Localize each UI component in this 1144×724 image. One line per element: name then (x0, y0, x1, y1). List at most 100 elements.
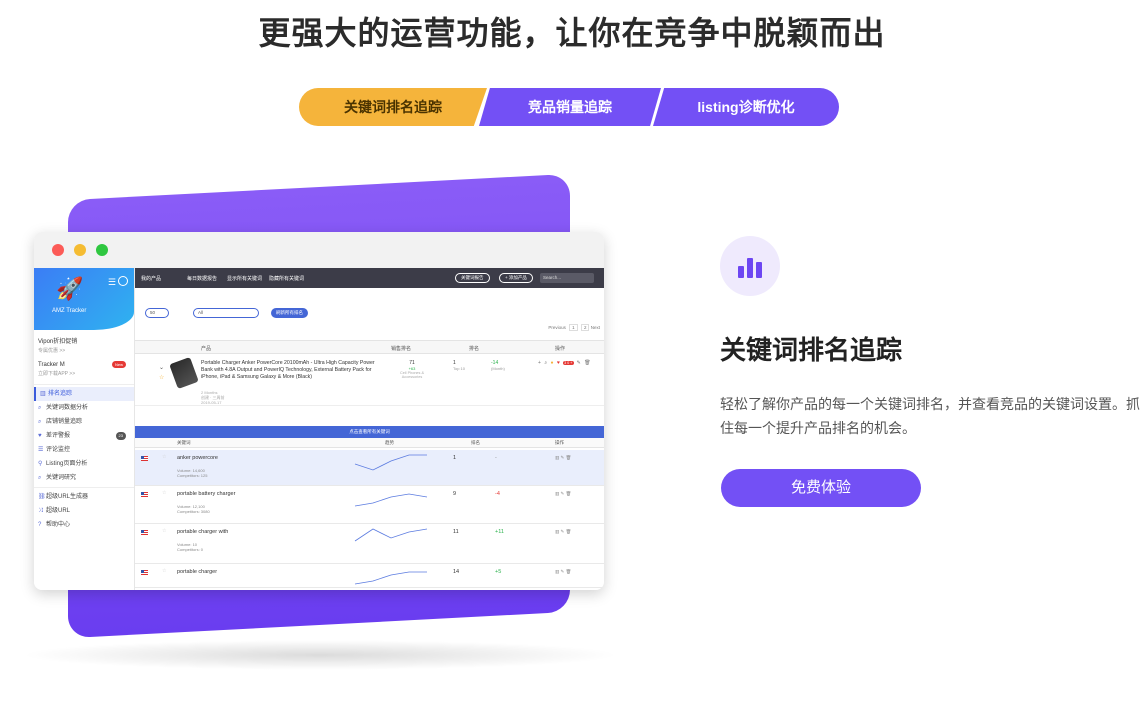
feature-tabs: 关键词排名追踪 竞品销量追踪 listing诊断优化 (299, 88, 839, 126)
nav-daily-report[interactable]: 每日数据报告 (187, 275, 217, 282)
heart-icon[interactable]: ♥ (557, 360, 561, 366)
keyword-row[interactable]: ☆ anker powercore Volume: 14,600 Competitor… (135, 450, 604, 486)
trend-line (354, 493, 428, 507)
brand-name: AMZ Tracker (52, 308, 87, 314)
search-input[interactable]: Search... (540, 273, 594, 283)
delete-icon[interactable]: 🗑 (566, 569, 572, 574)
star-icon[interactable]: ☆ (162, 490, 166, 496)
close-dot-icon[interactable] (52, 244, 64, 256)
col-product[interactable]: 产品 (201, 345, 211, 352)
refresh-rankings-button[interactable]: 刷新所有排名 (271, 308, 308, 318)
app-window: 🚀 AMZ Tracker ☰ Vipon折扣促销 专属优惠 >> Tracke… (34, 232, 604, 590)
keyword-competitors: Competitors: 125 (177, 473, 208, 478)
keyword-text[interactable]: portable charger (177, 569, 217, 575)
sidebar-item[interactable]: ▥ 排名追踪 (34, 387, 134, 401)
page-title: 更强大的运营功能，让你在竞争中脱颖而出 (258, 15, 886, 51)
sidebar-item[interactable]: ⌕ 店铺销量追踪 (34, 415, 134, 429)
us-flag-icon (141, 456, 148, 461)
chart-icon[interactable]: ▥ (555, 491, 559, 496)
sidebar-item[interactable]: ? 帮助中心 (34, 518, 134, 532)
prev-page-link[interactable]: Previous (548, 325, 566, 330)
search-icon[interactable]: ⌕ (544, 360, 548, 366)
col-kw-rank[interactable]: 排名 (471, 440, 480, 446)
search-icon: ⌕ (38, 419, 42, 425)
keyword-stats: Volume: 10 Competitors: 0 (177, 542, 203, 552)
account-tracker-m[interactable]: Tracker M 立即下载APP >> New (34, 356, 134, 382)
sidebar-item[interactable]: ☰ 评论监控 (34, 443, 134, 457)
keyword-row[interactable]: ☆ portable charger with Volume: 10 Competit… (135, 524, 604, 564)
page-size-select[interactable]: 50 (145, 308, 169, 318)
chart-icon[interactable]: ▥ (555, 455, 559, 460)
chart-icon[interactable]: ▥ (555, 569, 559, 574)
sidebar-item-label: 超级URL (46, 508, 71, 514)
star-icon[interactable]: ☆ (162, 568, 166, 574)
keyword-rank: 1 (453, 455, 457, 461)
delete-icon[interactable]: 🗑 (566, 529, 572, 534)
user-icon[interactable] (118, 276, 128, 286)
sidebar-item[interactable]: ♥ 差评警报 23 (34, 429, 134, 443)
edit-icon[interactable]: ✎ (561, 491, 565, 496)
tab-keyword-ranking[interactable]: 关键词排名追踪 (299, 88, 487, 126)
delete-icon[interactable]: 🗑 (566, 455, 572, 460)
add-product-button[interactable]: + 添加产品 (499, 273, 533, 283)
top-nav: 我的产品 每日数据报告 显示所有关键词 隐藏所有关键词 关键词报告 + 添加产品… (135, 268, 604, 288)
star-icon[interactable]: ☆ (162, 528, 166, 534)
nav-my-products[interactable]: 我的产品 (141, 275, 161, 282)
window-shadow (20, 640, 620, 670)
free-trial-button[interactable]: 免费体验 (721, 469, 921, 507)
chart-icon[interactable]: ▥ (555, 529, 559, 534)
next-page-link[interactable]: Next (591, 325, 600, 330)
keyword-row[interactable]: ☆ portable battery charger Volume: 12,100 C… (135, 486, 604, 524)
nav-hide-keywords[interactable]: 隐藏所有关键词 (269, 275, 304, 282)
account-sub: 立即下载APP >> (38, 371, 76, 377)
sidebar-item-label: 排名追踪 (48, 391, 73, 397)
sidebar-item[interactable]: ⛓超级URL生成器 (34, 490, 134, 504)
account-vipon[interactable]: Vipon折扣促销 专属优惠 >> (34, 330, 134, 356)
keyword-text[interactable]: portable battery charger (177, 491, 235, 497)
keyword-text[interactable]: anker powercore (177, 455, 218, 461)
col-keyword[interactable]: 关键词 (177, 440, 191, 446)
edit-icon[interactable]: ✎ (577, 360, 582, 366)
page-2-link[interactable]: 2 (580, 324, 590, 331)
chevron-down-icon[interactable]: ⌄ (159, 364, 164, 371)
page-1-link[interactable]: 1 (569, 324, 578, 331)
filter-select[interactable]: All (193, 308, 259, 318)
sidebar-item[interactable]: ⌕ 关键词研究 (34, 471, 134, 485)
edit-icon[interactable]: ✎ (561, 569, 565, 574)
tab-competitor-sales[interactable]: 竞品销量追踪 (479, 88, 661, 126)
keyword-report-button[interactable]: 关键词报告 (455, 273, 490, 283)
tab-listing-diagnosis[interactable]: listing诊断优化 (653, 88, 839, 126)
account-name: Vipon折扣促销 (38, 339, 78, 345)
nav-show-keywords[interactable]: 显示所有关键词 (227, 275, 262, 282)
keyword-row[interactable]: ☆ portable charger 14 +5 ▥ ✎ 🗑 (135, 564, 604, 588)
bell-icon[interactable]: ● (551, 360, 555, 366)
minimize-dot-icon[interactable] (74, 244, 86, 256)
sidebar-item[interactable]: ⤨ 超级URL (34, 504, 134, 518)
sidebar-item-label: 关键词数据分析 (46, 405, 89, 411)
rocket-icon: 🚀 (56, 276, 84, 301)
keyword-change-cell: -14 (Month) (491, 360, 505, 371)
keyword-bar[interactable]: 点击查看所有关键词 (135, 426, 604, 438)
feature-title: 关键词排名追踪 (720, 335, 903, 365)
sidebar-item[interactable]: ⚲ Listing页面分析 (34, 457, 134, 471)
delete-icon[interactable]: 🗑 (584, 360, 591, 366)
edit-icon[interactable]: ✎ (561, 455, 565, 460)
star-icon[interactable]: ☆ (159, 374, 164, 381)
plus-icon[interactable]: + (538, 360, 542, 366)
sales-category: Cell Phones & Accessories (399, 371, 425, 379)
product-row[interactable]: ⌄ ☆ Portable Charger Anker PowerCore 201… (135, 354, 604, 406)
maximize-dot-icon[interactable] (96, 244, 108, 256)
product-title[interactable]: Portable Charger Anker PowerCore 20100mA… (201, 360, 379, 381)
edit-icon[interactable]: ✎ (561, 529, 565, 534)
delete-icon[interactable]: 🗑 (566, 491, 572, 496)
star-icon[interactable]: ☆ (162, 454, 166, 460)
col-rank[interactable]: 排名 (469, 345, 479, 352)
menu-icon[interactable]: ☰ (108, 277, 116, 288)
trend-sparkline (354, 493, 428, 507)
shuffle-icon: ⤨ (38, 508, 43, 514)
keyword-text[interactable]: portable charger with (177, 529, 228, 535)
sidebar-item[interactable]: ⌕ 关键词数据分析 (34, 401, 134, 415)
keyword-rank: 11 (453, 529, 459, 535)
help-icon: ? (38, 522, 42, 528)
col-sales-rank[interactable]: 销售排名 (391, 345, 411, 352)
